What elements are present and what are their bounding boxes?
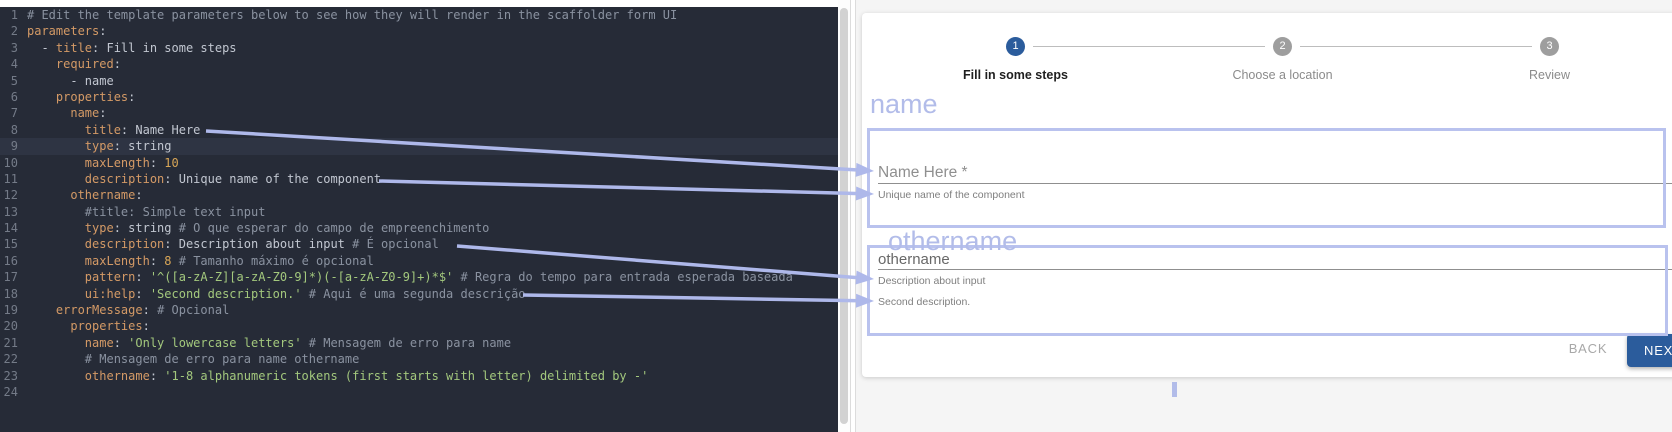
code-text: type: string # O que esperar do campo de… xyxy=(27,220,489,236)
step-2-label: Choose a location xyxy=(1149,68,1416,82)
code-text: # Edit the template parameters below to … xyxy=(27,7,677,23)
code-text: properties: xyxy=(27,89,135,105)
code-text: description: Description about input # É… xyxy=(27,236,439,252)
code-editor[interactable]: 1 # Edit the template parameters below to… xyxy=(0,7,838,432)
line-number: 1 xyxy=(0,7,18,23)
code-line[interactable]: 2 parameters: xyxy=(0,23,838,39)
line-number: 21 xyxy=(0,335,18,351)
editor-scrollbar[interactable] xyxy=(838,0,850,432)
code-text: type: string xyxy=(27,138,172,154)
line-number: 4 xyxy=(0,56,18,72)
panel-splitter[interactable] xyxy=(850,0,856,432)
code-text: ui:help: 'Second description.' # Aqui é … xyxy=(27,286,526,302)
code-line[interactable]: 19 errorMessage: # Opcional xyxy=(0,302,838,318)
step-1-indicator: 1 xyxy=(1006,37,1025,56)
line-number: 16 xyxy=(0,253,18,269)
code-editor-panel[interactable]: 1 # Edit the template parameters below to… xyxy=(0,0,856,432)
code-lines[interactable]: 1 # Edit the template parameters below to… xyxy=(0,7,838,400)
annotation-box-othername xyxy=(867,245,1668,336)
step-1-label: Fill in some steps xyxy=(882,68,1149,82)
code-text: properties: xyxy=(27,318,150,334)
line-number: 17 xyxy=(0,269,18,285)
code-line[interactable]: 16 maxLength: 8 # Tamanho máximo é opcio… xyxy=(0,253,838,269)
code-line[interactable]: 1 # Edit the template parameters below to… xyxy=(0,7,838,23)
next-button[interactable]: NEXT xyxy=(1627,334,1672,367)
line-number: 9 xyxy=(0,138,18,154)
annotation-label-othername: othername xyxy=(888,226,1017,257)
code-text: pattern: '^([a-zA-Z][a-zA-Z0-9]*)(-[a-zA… xyxy=(27,269,793,285)
line-number: 20 xyxy=(0,318,18,334)
code-text: description: Unique name of the componen… xyxy=(27,171,381,187)
code-line[interactable]: 4 required: xyxy=(0,56,838,72)
annotation-box-name xyxy=(867,128,1666,228)
code-text: maxLength: 10 xyxy=(27,155,179,171)
back-button[interactable]: BACK xyxy=(1556,332,1620,365)
code-text: othername: '1-8 alphanumeric tokens (fir… xyxy=(27,368,648,384)
line-number: 14 xyxy=(0,220,18,236)
step-choose-a-location: 2 Choose a location xyxy=(1149,37,1416,82)
code-line[interactable]: 5 - name xyxy=(0,73,838,89)
code-text: maxLength: 8 # Tamanho máximo é opcional xyxy=(27,253,374,269)
line-number: 5 xyxy=(0,73,18,89)
step-review: 3 Review xyxy=(1416,37,1672,82)
code-line[interactable]: 9 type: string xyxy=(0,138,838,154)
code-line[interactable]: 3 - title: Fill in some steps xyxy=(0,40,838,56)
line-number: 6 xyxy=(0,89,18,105)
line-number: 7 xyxy=(0,105,18,121)
code-line[interactable]: 14 type: string # O que esperar do campo… xyxy=(0,220,838,236)
code-text: #title: Simple text input xyxy=(27,204,265,220)
line-number: 13 xyxy=(0,204,18,220)
code-text: - title: Fill in some steps xyxy=(27,40,237,56)
step-3-indicator: 3 xyxy=(1540,37,1559,56)
line-number: 15 xyxy=(0,236,18,252)
code-line[interactable]: 12 othername: xyxy=(0,187,838,203)
code-text: errorMessage: # Opcional xyxy=(27,302,229,318)
line-number: 24 xyxy=(0,384,18,400)
line-number: 12 xyxy=(0,187,18,203)
code-line[interactable]: 24 xyxy=(0,384,838,400)
code-line[interactable]: 8 title: Name Here xyxy=(0,122,838,138)
code-line[interactable]: 23 othername: '1-8 alphanumeric tokens (… xyxy=(0,368,838,384)
code-line[interactable]: 22 # Mensagem de erro para name othernam… xyxy=(0,351,838,367)
line-number: 2 xyxy=(0,23,18,39)
step-2-indicator: 2 xyxy=(1273,37,1292,56)
step-fill-in-some-steps: 1 Fill in some steps xyxy=(882,37,1149,82)
line-number: 3 xyxy=(0,40,18,56)
annotation-label-name: name xyxy=(870,89,938,120)
scrollbar-thumb[interactable] xyxy=(840,8,848,424)
code-line[interactable]: 13 #title: Simple text input xyxy=(0,204,838,220)
code-line[interactable]: 15 description: Description about input … xyxy=(0,236,838,252)
code-text: title: Name Here xyxy=(27,122,200,138)
code-text: name: xyxy=(27,105,107,121)
code-line[interactable]: 6 properties: xyxy=(0,89,838,105)
code-line[interactable]: 11 description: Unique name of the compo… xyxy=(0,171,838,187)
code-line[interactable]: 7 name: xyxy=(0,105,838,121)
code-line[interactable]: 10 maxLength: 10 xyxy=(0,155,838,171)
code-line[interactable]: 17 pattern: '^([a-zA-Z][a-zA-Z0-9]*)(-[a… xyxy=(0,269,838,285)
code-line[interactable]: 18 ui:help: 'Second description.' # Aqui… xyxy=(0,286,838,302)
line-number: 10 xyxy=(0,155,18,171)
code-text: parameters: xyxy=(27,23,106,39)
line-number: 22 xyxy=(0,351,18,367)
code-text: # Mensagem de erro para name othername xyxy=(27,351,359,367)
line-number: 8 xyxy=(0,122,18,138)
line-number: 19 xyxy=(0,302,18,318)
line-number: 11 xyxy=(0,171,18,187)
code-line[interactable]: 21 name: 'Only lowercase letters' # Mens… xyxy=(0,335,838,351)
line-number: 23 xyxy=(0,368,18,384)
code-text: name: 'Only lowercase letters' # Mensage… xyxy=(27,335,511,351)
code-text: required: xyxy=(27,56,121,72)
step-3-label: Review xyxy=(1416,68,1672,82)
line-number: 18 xyxy=(0,286,18,302)
annotation-cursor xyxy=(1172,382,1177,397)
code-line[interactable]: 20 properties: xyxy=(0,318,838,334)
code-text: othername: xyxy=(27,187,143,203)
code-text: - name xyxy=(27,73,114,89)
